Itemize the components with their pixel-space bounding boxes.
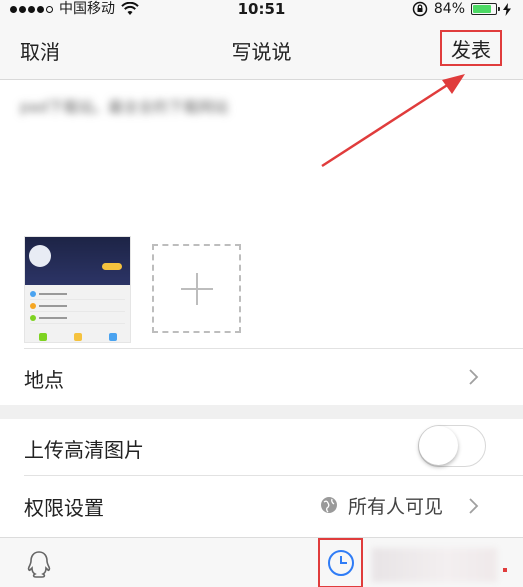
blurred-toolbar-area <box>372 548 497 582</box>
globe-icon <box>321 497 337 513</box>
rotation-lock-icon <box>412 1 428 17</box>
compose-textarea[interactable]: pad下载站。最全全的下载网站 <box>20 96 340 126</box>
chevron-right-icon <box>469 498 479 514</box>
permission-row[interactable]: 权限设置 <box>0 476 523 536</box>
add-photo-button[interactable] <box>152 244 241 333</box>
plus-icon <box>180 272 213 305</box>
red-dot <box>503 568 507 572</box>
battery-percent: 84% <box>433 1 465 17</box>
clock-icon <box>327 550 354 576</box>
thumbnail-banner <box>25 237 130 285</box>
section-gap <box>0 405 523 419</box>
thumbnail-rows <box>25 285 130 327</box>
qq-penguin-icon[interactable] <box>26 550 52 578</box>
status-bar: 中国移动 10:51 84% <box>0 0 523 18</box>
battery-icon <box>471 3 500 15</box>
hd-upload-label: 上传高清图片 <box>24 438 144 462</box>
permission-value: 所有人可见 <box>348 496 444 518</box>
status-right: 84% <box>412 0 511 18</box>
scheduled-post-button[interactable] <box>318 538 363 587</box>
location-label: 地点 <box>24 368 64 392</box>
chevron-right-icon <box>469 369 479 385</box>
bottom-toolbar <box>0 537 523 587</box>
nav-bar: 取消 写说说 发表 <box>0 18 523 80</box>
photo-thumbnail[interactable] <box>24 236 131 343</box>
publish-button[interactable]: 发表 <box>440 30 502 66</box>
permission-label: 权限设置 <box>24 496 104 520</box>
location-row[interactable]: 地点 <box>0 349 523 405</box>
charging-icon <box>503 2 511 16</box>
thumbnail-icons <box>25 327 130 341</box>
hd-upload-toggle[interactable] <box>418 425 486 467</box>
